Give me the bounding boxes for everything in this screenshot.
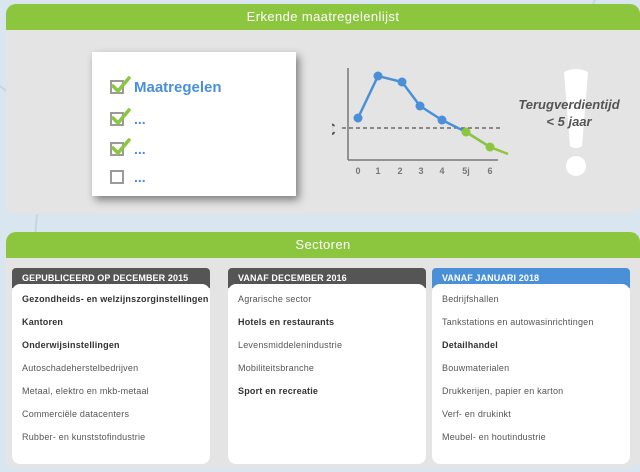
- sectors-panel: Sectoren GEPUBLICEERD OP DECEMBER 2015 G…: [6, 232, 640, 468]
- x-tick-label: 0: [355, 166, 360, 176]
- column-body: Bedrijfshallen Tankstations en autowasin…: [432, 284, 630, 464]
- checkbox-empty-icon: [110, 170, 124, 184]
- x-tick-label: 3: [418, 166, 423, 176]
- measures-checklist-card: Maatregelen ... ... ...: [92, 52, 296, 196]
- sector-item: Gezondheids- en welzijnszorginstellingen: [22, 294, 209, 304]
- data-point: [415, 101, 425, 111]
- checkbox-checked-icon: [110, 108, 131, 126]
- sector-column-2018: VANAF JANUARI 2018 Bedrijfshallen Tankst…: [432, 268, 630, 464]
- checkbox-checked-icon: [110, 138, 131, 156]
- checklist-item-label: ...: [134, 141, 146, 157]
- checklist-item-label: Maatregelen: [134, 78, 222, 96]
- x-tick-label: 1: [375, 166, 380, 176]
- sector-item: Verf- en drukinkt: [442, 409, 511, 419]
- sector-item: Bouwmaterialen: [442, 363, 510, 373]
- sector-item: Metaal, elektro en mkb-metaal: [22, 386, 149, 396]
- checklist-item: Maatregelen: [110, 76, 222, 96]
- payback-value: < 5 jaar: [546, 114, 592, 129]
- sector-item: Detailhandel: [442, 340, 498, 350]
- sector-item: Commerciële datacenters: [22, 409, 130, 419]
- checklist-item: ...: [110, 138, 146, 158]
- x-tick-label: 2: [397, 166, 402, 176]
- data-point: [397, 77, 407, 87]
- checklist-item: ...: [110, 168, 146, 186]
- data-point: [485, 142, 495, 152]
- column-body: Agrarische sector Hotels en restaurants …: [228, 284, 426, 464]
- sector-item: Kantoren: [22, 317, 64, 327]
- checklist-item-label: ...: [134, 111, 146, 127]
- sector-item: Sport en recreatie: [238, 386, 319, 396]
- checklist-item: ...: [110, 108, 146, 128]
- checkbox-checked-icon: [110, 76, 131, 94]
- data-point: [353, 113, 363, 123]
- cost-line: [356, 74, 491, 149]
- checklist-item-label: ...: [134, 169, 146, 185]
- sector-item: Onderwijsinstellingen: [22, 340, 120, 350]
- data-point: [437, 115, 447, 125]
- currency-symbol: €: [332, 120, 336, 139]
- sector-item: Agrarische sector: [238, 294, 312, 304]
- data-point: [461, 127, 471, 137]
- sector-item: Mobiliteitsbranche: [238, 363, 315, 373]
- column-body: Gezondheids- en welzijnszorginstellingen…: [12, 284, 210, 464]
- sector-item: Tankstations en autowasinrichtingen: [442, 317, 594, 327]
- payback-illustration: € 0 1 2 3 4 5j 6: [332, 68, 509, 176]
- sector-item: Levensmiddelenindustrie: [238, 340, 343, 350]
- sector-column-2015: GEPUBLICEERD OP DECEMBER 2015 Gezondheid…: [12, 268, 210, 464]
- sector-column-2016: VANAF DECEMBER 2016 Agrarische sector Ho…: [228, 268, 426, 464]
- payback-text: Terugverdientijd < 5 jaar: [514, 96, 624, 130]
- measures-banner: Erkende maatregelenlijst: [6, 4, 640, 30]
- sector-item: Rubber- en kunststofindustrie: [22, 432, 146, 442]
- sector-item: Hotels en restaurants: [238, 317, 335, 327]
- payback-label: Terugverdientijd: [518, 97, 620, 112]
- sector-item: Bedrijfshallen: [442, 294, 499, 304]
- savings-line: [465, 130, 509, 156]
- measures-panel: Erkende maatregelenlijst Maatregelen ...…: [6, 4, 640, 214]
- x-tick-label: 4: [439, 166, 444, 176]
- sector-item: Drukkerijen, papier en karton: [442, 386, 564, 396]
- sector-item: Autoschadeherstelbedrijven: [22, 363, 139, 373]
- data-point: [373, 71, 383, 81]
- sector-item: Meubel- en houtindustrie: [442, 432, 546, 442]
- x-tick-label: 6: [487, 166, 492, 176]
- x-tick-label: 5j: [462, 166, 470, 176]
- sectors-banner: Sectoren: [6, 232, 640, 258]
